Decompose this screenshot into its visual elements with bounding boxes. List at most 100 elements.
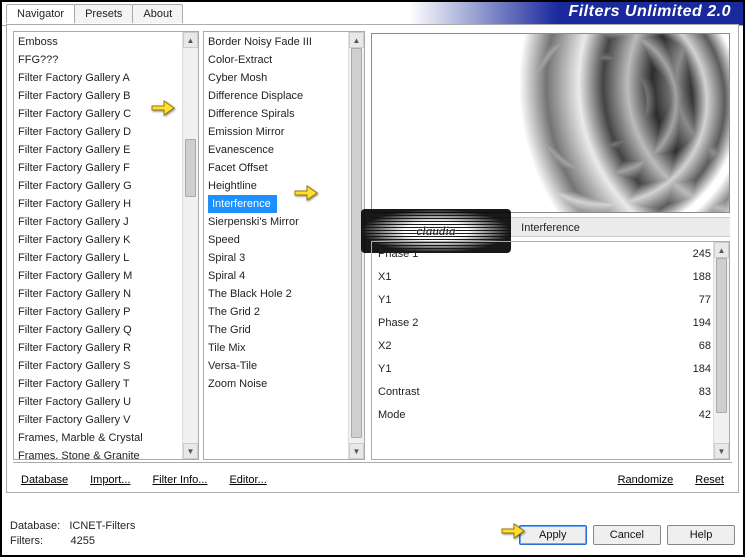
param-name: Mode	[378, 409, 661, 421]
list-item[interactable]: Filter Factory Gallery M	[14, 267, 198, 285]
list-item[interactable]: Frames, Stone & Granite	[14, 447, 198, 460]
parameter-row[interactable]: Phase 1245	[372, 242, 729, 265]
scroll-down-icon[interactable]: ▼	[349, 443, 364, 459]
scroll-down-icon[interactable]: ▼	[183, 443, 198, 459]
app-title: Filters Unlimited 2.0	[568, 3, 731, 21]
parameter-row[interactable]: Y177	[372, 288, 729, 311]
list-item[interactable]: Speed	[204, 231, 364, 249]
list-item[interactable]: Filter Factory Gallery N	[14, 285, 198, 303]
filters-count-value: 4255	[71, 535, 95, 547]
help-button[interactable]: Help	[667, 525, 735, 545]
randomize-link[interactable]: Randomize	[618, 474, 674, 486]
list-item[interactable]: Evanescence	[204, 141, 364, 159]
param-value: 188	[661, 271, 711, 283]
param-name: Y1	[378, 294, 661, 306]
list-item[interactable]: FFG???	[14, 51, 198, 69]
list-item[interactable]: Filter Factory Gallery E	[14, 141, 198, 159]
list-item[interactable]: Filter Factory Gallery F	[14, 159, 198, 177]
categories-scrollbar[interactable]: ▲ ▼	[182, 32, 198, 459]
list-item[interactable]: Filter Factory Gallery P	[14, 303, 198, 321]
list-item[interactable]: Spiral 4	[204, 267, 364, 285]
list-item[interactable]: The Grid	[204, 321, 364, 339]
footer: Database: ICNET-Filters Filters: 4255 Ap…	[10, 499, 735, 549]
database-link[interactable]: Database	[21, 474, 68, 486]
param-value: 194	[661, 317, 711, 329]
param-value: 77	[661, 294, 711, 306]
scroll-up-icon[interactable]: ▲	[183, 32, 198, 48]
list-item[interactable]: Filter Factory Gallery S	[14, 357, 198, 375]
list-item[interactable]: Versa-Tile	[204, 357, 364, 375]
list-item[interactable]: Filter Factory Gallery R	[14, 339, 198, 357]
param-name: Contrast	[378, 386, 661, 398]
list-item[interactable]: Sierpenski's Mirror	[204, 213, 364, 231]
list-item[interactable]: Filter Factory Gallery V	[14, 411, 198, 429]
list-item[interactable]: Color-Extract	[204, 51, 364, 69]
list-item[interactable]: Tile Mix	[204, 339, 364, 357]
apply-button[interactable]: Apply	[519, 525, 587, 545]
parameter-row[interactable]: Contrast83	[372, 380, 729, 403]
list-item[interactable]: Filter Factory Gallery D	[14, 123, 198, 141]
content-panel: EmbossFFG???Filter Factory Gallery AFilt…	[6, 24, 739, 493]
param-value: 68	[661, 340, 711, 352]
tab-presets[interactable]: Presets	[74, 4, 133, 23]
list-item[interactable]: Heightline	[204, 177, 364, 195]
list-item[interactable]: Filter Factory Gallery B	[14, 87, 198, 105]
db-value: ICNET-Filters	[69, 520, 135, 532]
list-item[interactable]: Filter Factory Gallery T	[14, 375, 198, 393]
list-item[interactable]: Filter Factory Gallery K	[14, 231, 198, 249]
list-item[interactable]: Spiral 3	[204, 249, 364, 267]
list-item[interactable]: Cyber Mosh	[204, 69, 364, 87]
parameter-row[interactable]: Phase 2194	[372, 311, 729, 334]
param-value: 42	[661, 409, 711, 421]
action-link-row: Database Import... Filter Info... Editor…	[13, 467, 732, 489]
list-item[interactable]: Difference Spirals	[204, 105, 364, 123]
tab-strip: Navigator Presets About	[6, 4, 182, 23]
scroll-down-icon[interactable]: ▼	[714, 443, 729, 459]
filter-info-link[interactable]: Filter Info...	[152, 474, 207, 486]
footer-meta: Database: ICNET-Filters Filters: 4255	[10, 519, 135, 549]
parameter-row[interactable]: Mode42	[372, 403, 729, 426]
editor-link[interactable]: Editor...	[229, 474, 266, 486]
categories-listbox[interactable]: EmbossFFG???Filter Factory Gallery AFilt…	[13, 31, 199, 460]
parameter-row[interactable]: X268	[372, 334, 729, 357]
list-item[interactable]: Difference Displace	[204, 87, 364, 105]
db-label: Database:	[10, 520, 60, 532]
list-item[interactable]: Emboss	[14, 33, 198, 51]
scroll-up-icon[interactable]: ▲	[714, 242, 729, 258]
reset-link[interactable]: Reset	[695, 474, 724, 486]
import-link[interactable]: Import...	[90, 474, 130, 486]
list-item[interactable]: The Grid 2	[204, 303, 364, 321]
parameter-row[interactable]: Y1184	[372, 357, 729, 380]
list-item[interactable]: The Black Hole 2	[204, 285, 364, 303]
list-item[interactable]: Filter Factory Gallery G	[14, 177, 198, 195]
list-item[interactable]: Zoom Noise	[204, 375, 364, 393]
parameter-row[interactable]: X1188	[372, 265, 729, 288]
list-item[interactable]: Facet Offset	[204, 159, 364, 177]
param-name: X2	[378, 340, 661, 352]
list-item[interactable]: Interference	[208, 195, 277, 213]
param-name: Y1	[378, 363, 661, 375]
list-item[interactable]: Filter Factory Gallery L	[14, 249, 198, 267]
list-item[interactable]: Filter Factory Gallery C	[14, 105, 198, 123]
cancel-button[interactable]: Cancel	[593, 525, 661, 545]
list-item[interactable]: Filter Factory Gallery H	[14, 195, 198, 213]
param-value: 184	[661, 363, 711, 375]
list-item[interactable]: Filter Factory Gallery U	[14, 393, 198, 411]
params-scrollbar[interactable]: ▲ ▼	[713, 242, 729, 459]
scroll-thumb[interactable]	[185, 139, 196, 197]
list-item[interactable]: Filter Factory Gallery A	[14, 69, 198, 87]
list-item[interactable]: Frames, Marble & Crystal	[14, 429, 198, 447]
tab-navigator[interactable]: Navigator	[6, 4, 75, 23]
tab-about[interactable]: About	[132, 4, 183, 23]
scroll-up-icon[interactable]: ▲	[349, 32, 364, 48]
titlebar: Navigator Presets About Filters Unlimite…	[2, 2, 743, 26]
dialog-buttons: Apply Cancel Help	[519, 525, 735, 545]
list-item[interactable]: Emission Mirror	[204, 123, 364, 141]
filters-listbox[interactable]: Border Noisy Fade IIIColor-ExtractCyber …	[203, 31, 365, 460]
preview-pane: claudia Interference Phase 1245X1188Y177…	[369, 31, 732, 460]
list-item[interactable]: Filter Factory Gallery J	[14, 213, 198, 231]
param-name: Phase 1	[378, 248, 661, 260]
list-item[interactable]: Border Noisy Fade III	[204, 33, 364, 51]
scroll-thumb[interactable]	[716, 258, 727, 413]
list-item[interactable]: Filter Factory Gallery Q	[14, 321, 198, 339]
